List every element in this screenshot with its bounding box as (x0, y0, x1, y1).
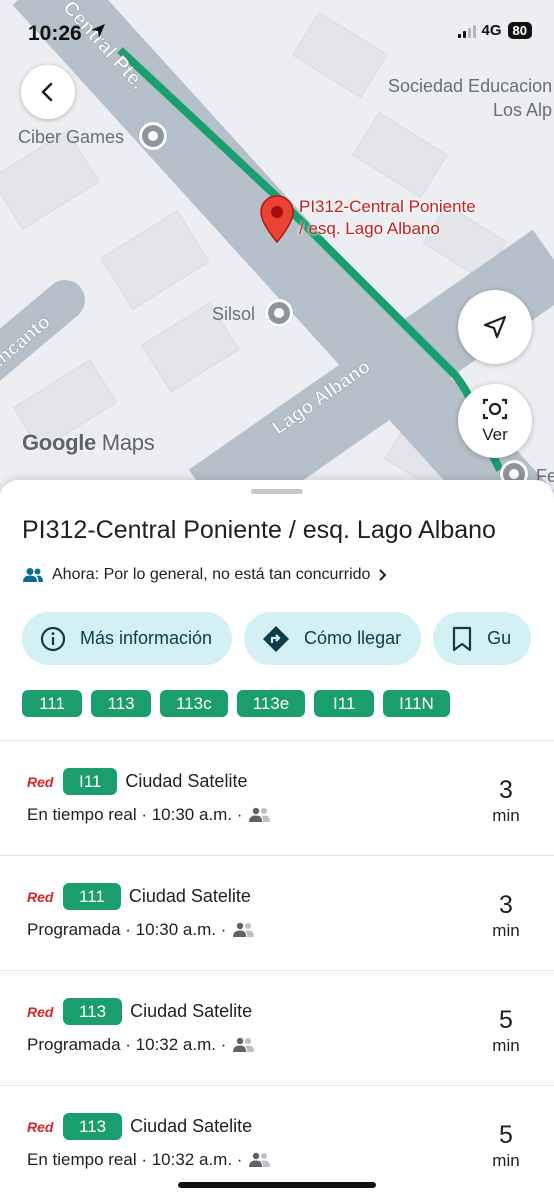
poi-label-sociedad[interactable]: Sociedad Educacion (388, 76, 552, 97)
eta-unit: min (492, 1151, 520, 1170)
departure-destination: Ciudad Satelite (130, 1116, 253, 1136)
logo-maps-text: Maps (101, 430, 155, 455)
route-chip[interactable]: 113c (160, 690, 228, 717)
eta-minutes: 3 (499, 891, 513, 919)
route-chip[interactable]: 113e (236, 690, 306, 717)
poi-label-silsol[interactable]: Silsol (212, 304, 255, 325)
eta-unit: min (492, 806, 520, 825)
stop-label-line-1: PI312-Central Poniente (299, 197, 476, 216)
departure-row[interactable]: Red 111 Ciudad Satelite Programada · 10:… (0, 856, 554, 971)
poi-marker-icon[interactable] (265, 299, 293, 327)
camera-lens-icon (482, 398, 508, 420)
crowd-info-row[interactable]: Ahora: Por lo general, no está tan concu… (22, 566, 388, 584)
action-buttons: Más información Cómo llegar Gu (22, 612, 532, 665)
eta-minutes: 5 (499, 1121, 513, 1149)
signal-icon (457, 24, 476, 38)
departure-status: Programada · 10:30 a.m. · (27, 920, 227, 939)
ver-label: Ver (482, 425, 508, 444)
home-indicator[interactable] (178, 1182, 376, 1188)
logo-google-text: Google (22, 430, 96, 455)
eta-unit: min (492, 1036, 520, 1055)
people-icon (23, 568, 43, 582)
departure-route-chip: I11 (63, 768, 118, 795)
more-info-label: Más información (80, 628, 213, 648)
location-arrow-icon (90, 23, 106, 44)
status-indicators: 4G 80 (457, 22, 532, 39)
bookmark-icon (452, 626, 472, 651)
departure-route-chip: 113 (63, 998, 123, 1025)
save-button[interactable]: Gu (433, 612, 532, 665)
departure-status: En tiempo real · 10:30 a.m. · (27, 805, 243, 824)
crowd-text: Ahora: Por lo general, no está tan concu… (52, 566, 371, 583)
departure-status: Programada · 10:32 a.m. · (27, 1035, 227, 1054)
chevron-right-icon (379, 569, 387, 581)
route-chip[interactable]: 111 (22, 690, 82, 717)
departure-destination: Ciudad Satelite (125, 771, 248, 791)
navigation-arrow-icon (483, 315, 507, 339)
battery-icon: 80 (507, 22, 532, 39)
crowd-level-icon (248, 1152, 272, 1168)
stop-title: PI312-Central Poniente / esq. Lago Alban… (22, 516, 496, 544)
chevron-left-icon (41, 82, 53, 102)
info-icon (40, 626, 66, 651)
ver-lens-button[interactable]: Ver (458, 384, 532, 458)
crowd-level-icon (232, 1037, 256, 1053)
directions-label: Cómo llegar (304, 628, 402, 648)
crowd-level-icon (248, 807, 272, 823)
red-operator-logo: Red (27, 1118, 54, 1135)
departure-row[interactable]: Red I11 Ciudad Satelite En tiempo real ·… (0, 741, 554, 856)
stop-map-label[interactable]: PI312-Central Poniente / esq. Lago Alban… (299, 196, 476, 240)
poi-marker-icon[interactable] (139, 122, 167, 150)
route-chip[interactable]: 113 (91, 690, 151, 717)
status-time: 10:26 (28, 22, 82, 45)
route-chip[interactable]: I11 (314, 690, 375, 717)
eta-unit: min (492, 921, 520, 940)
red-operator-logo: Red (27, 1003, 54, 1020)
departure-status: En tiempo real · 10:32 a.m. · (27, 1150, 243, 1169)
eta-minutes: 5 (499, 1006, 513, 1034)
my-location-button[interactable] (458, 290, 532, 364)
poi-label-ciber-games[interactable]: Ciber Games (18, 127, 124, 148)
directions-icon (263, 625, 290, 652)
red-operator-logo: Red (27, 773, 54, 790)
route-chip[interactable]: I11N (383, 690, 450, 717)
network-type: 4G (481, 22, 502, 39)
status-bar: 10:26 4G 80 (0, 0, 554, 66)
directions-button[interactable]: Cómo llegar (244, 612, 422, 665)
more-info-button[interactable]: Más información (22, 612, 233, 665)
departures-list: Red I11 Ciudad Satelite En tiempo real ·… (0, 741, 554, 1200)
back-button[interactable] (21, 65, 75, 119)
departure-route-chip: 111 (63, 883, 121, 910)
map-view[interactable]: Central Pte. Encanto Lago Albano 10:26 4… (0, 0, 554, 500)
google-maps-logo: Google Maps (22, 430, 155, 456)
route-chips: 111 113 113c 113e I11 I11N (22, 690, 450, 717)
stop-details-sheet: PI312-Central Poniente / esq. Lago Alban… (0, 480, 554, 1200)
departure-route-chip: 113 (63, 1113, 123, 1140)
sheet-drag-handle[interactable] (251, 489, 303, 494)
departure-destination: Ciudad Satelite (128, 886, 251, 906)
departure-row[interactable]: Red 113 Ciudad Satelite Programada · 10:… (0, 971, 554, 1086)
poi-label-los-alp[interactable]: Los Alp (493, 100, 552, 121)
red-operator-logo: Red (27, 888, 54, 905)
departure-destination: Ciudad Satelite (130, 1001, 253, 1021)
eta-minutes: 3 (499, 776, 513, 804)
crowd-level-icon (232, 922, 256, 938)
save-label: Gu (487, 628, 512, 648)
stop-label-line-2: / esq. Lago Albano (299, 219, 440, 238)
red-pin-icon[interactable] (259, 194, 295, 249)
